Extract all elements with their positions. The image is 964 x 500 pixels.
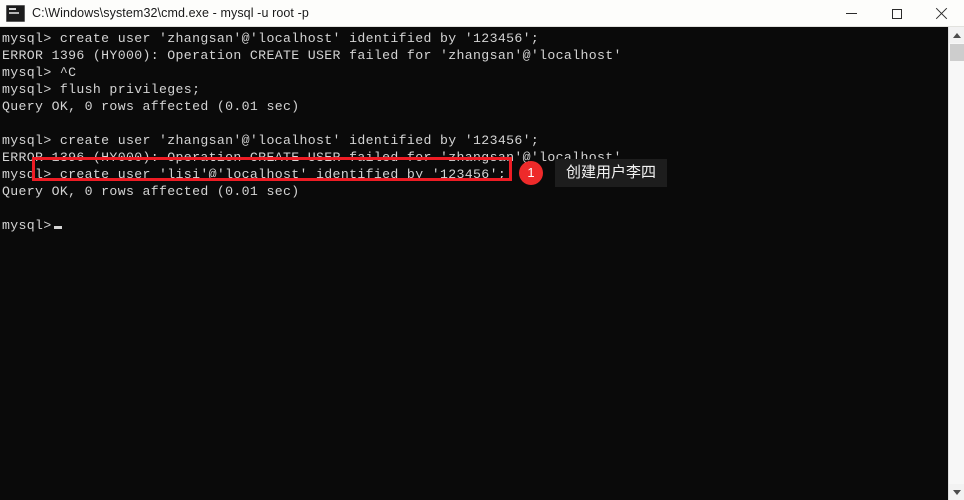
- cmd-window: C:\Windows\system32\cmd.exe - mysql -u r…: [0, 0, 964, 500]
- console-output-area[interactable]: mysql> create user 'zhangsan'@'localhost…: [0, 27, 948, 500]
- prompt-text: mysql>: [2, 218, 52, 233]
- window-controls: [829, 0, 964, 27]
- annotation-badge: 1: [519, 160, 543, 185]
- console-line: mysql> create user 'zhangsan'@'localhost…: [2, 133, 540, 148]
- maximize-icon: [891, 8, 902, 19]
- console-line: mysql> create user 'zhangsan'@'localhost…: [2, 31, 540, 46]
- maximize-button[interactable]: [874, 0, 919, 27]
- console-line: ERROR 1396 (HY000): Operation CREATE USE…: [2, 48, 622, 63]
- annotation-label: 创建用户李四: [555, 159, 668, 187]
- scrollbar-thumb[interactable]: [950, 44, 964, 61]
- scroll-up-arrow-icon: [952, 32, 961, 38]
- minimize-button[interactable]: [829, 0, 874, 27]
- annotation-callout: 1 创建用户李四: [519, 159, 668, 187]
- scroll-down-button[interactable]: [949, 484, 964, 500]
- vertical-scrollbar[interactable]: [948, 27, 964, 500]
- window-title: C:\Windows\system32\cmd.exe - mysql -u r…: [32, 6, 309, 20]
- title-bar[interactable]: C:\Windows\system32\cmd.exe - mysql -u r…: [0, 0, 964, 27]
- console-line: Query OK, 0 rows affected (0.01 sec): [2, 99, 300, 114]
- cmd-console-icon: [6, 4, 25, 22]
- console-line: mysql> flush privileges;: [2, 82, 201, 97]
- console-line-highlighted: mysql> create user 'lisi'@'localhost' id…: [2, 167, 507, 182]
- close-icon: [935, 7, 948, 20]
- minimize-icon: [846, 13, 857, 14]
- console-line: Query OK, 0 rows affected (0.01 sec): [2, 184, 300, 199]
- console-prompt-line: mysql>: [2, 217, 948, 234]
- console-line: ERROR 1396 (HY000): Operation CREATE USE…: [2, 150, 622, 165]
- console-line: mysql> ^C: [2, 65, 77, 80]
- text-cursor: [53, 226, 62, 229]
- scrollbar-track[interactable]: [949, 43, 964, 484]
- console-lines: mysql> create user 'zhangsan'@'localhost…: [2, 30, 948, 234]
- scroll-down-arrow-icon: [952, 489, 961, 495]
- close-button[interactable]: [919, 0, 964, 27]
- scroll-up-button[interactable]: [949, 27, 964, 43]
